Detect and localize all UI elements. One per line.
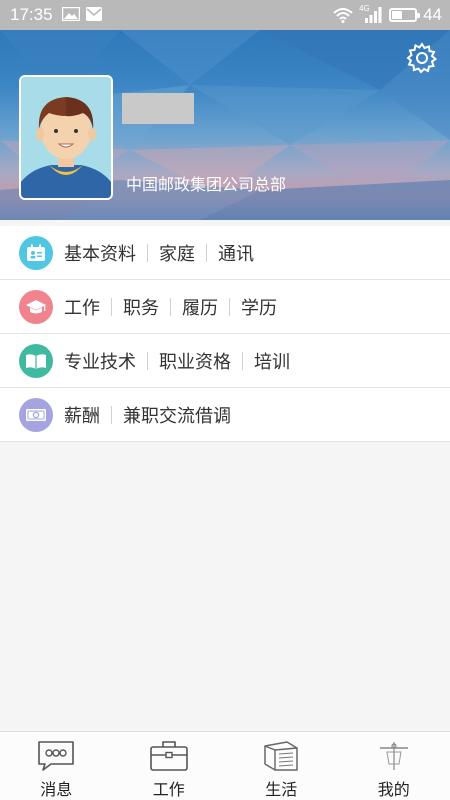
status-right: 4G 44 xyxy=(333,4,442,25)
tab-label: 工作 xyxy=(152,780,185,799)
id-card-icon xyxy=(19,235,53,270)
divider xyxy=(229,297,230,316)
divider xyxy=(170,297,171,316)
menu-row-salary: 薪酬 兼职交流借调 xyxy=(0,388,450,442)
menu-item-qualification[interactable]: 职业资格 xyxy=(159,348,231,374)
battery-icon xyxy=(389,8,421,22)
books-icon xyxy=(264,741,298,771)
status-bar: 17:35 4G 44 xyxy=(0,0,450,30)
settings-gear-icon[interactable] xyxy=(406,42,438,74)
menu-item-family[interactable]: 家庭 xyxy=(159,240,195,266)
menu-item-position[interactable]: 职务 xyxy=(123,294,159,320)
divider xyxy=(111,297,112,316)
menu-item-education[interactable]: 学历 xyxy=(241,294,277,320)
bottom-tab-bar: 消息 工作 生活 我的 xyxy=(0,731,450,800)
status-time: 17:35 xyxy=(10,5,53,24)
divider xyxy=(147,243,148,262)
tab-life[interactable]: 生活 xyxy=(225,732,338,800)
menu-item-resume[interactable]: 履历 xyxy=(182,294,218,320)
mail-icon xyxy=(86,7,102,21)
profile-header: 中国邮政集团公司总部 xyxy=(0,30,450,220)
tab-label: 生活 xyxy=(265,780,298,799)
divider xyxy=(206,243,207,262)
tab-label: 我的 xyxy=(377,780,410,799)
menu-item-work[interactable]: 工作 xyxy=(64,294,100,320)
battery-level: 44 xyxy=(423,5,442,24)
divider xyxy=(147,351,148,370)
menu-row-basic-info: 基本资料 家庭 通讯 xyxy=(0,226,450,280)
image-icon xyxy=(62,7,80,21)
signal-icon: 4G xyxy=(359,4,383,23)
chat-bubble-icon xyxy=(38,741,75,771)
tab-messages[interactable]: 消息 xyxy=(0,732,113,800)
menu-item-technical[interactable]: 专业技术 xyxy=(64,348,136,374)
wifi-icon xyxy=(333,7,353,23)
avatar-illustration xyxy=(21,77,111,198)
menu-row-work: 工作 职务 履历 学历 xyxy=(0,280,450,334)
menu-item-basic-info[interactable]: 基本资料 xyxy=(64,240,136,266)
user-name-redacted xyxy=(122,93,194,124)
tab-work[interactable]: 工作 xyxy=(113,732,226,800)
book-icon xyxy=(19,343,53,378)
profile-menu: 基本资料 家庭 通讯 工作 职务 履历 学历 专业技术 职业资格 培训 薪酬 兼… xyxy=(0,226,450,442)
menu-item-salary[interactable]: 薪酬 xyxy=(64,402,100,428)
divider xyxy=(111,405,112,424)
menu-item-part-time-exchange[interactable]: 兼职交流借调 xyxy=(123,402,231,428)
menu-item-training[interactable]: 培训 xyxy=(254,348,290,374)
menu-row-professional: 专业技术 职业资格 培训 xyxy=(0,334,450,388)
tab-label: 消息 xyxy=(40,780,73,799)
briefcase-icon xyxy=(149,741,188,771)
menu-item-contact[interactable]: 通讯 xyxy=(218,240,254,266)
person-icon xyxy=(379,742,408,770)
graduation-cap-icon xyxy=(19,289,53,324)
divider xyxy=(242,351,243,370)
avatar[interactable] xyxy=(19,75,113,200)
tab-mine[interactable]: 我的 xyxy=(338,732,450,800)
organization-name: 中国邮政集团公司总部 xyxy=(126,175,287,194)
money-icon xyxy=(19,397,53,432)
